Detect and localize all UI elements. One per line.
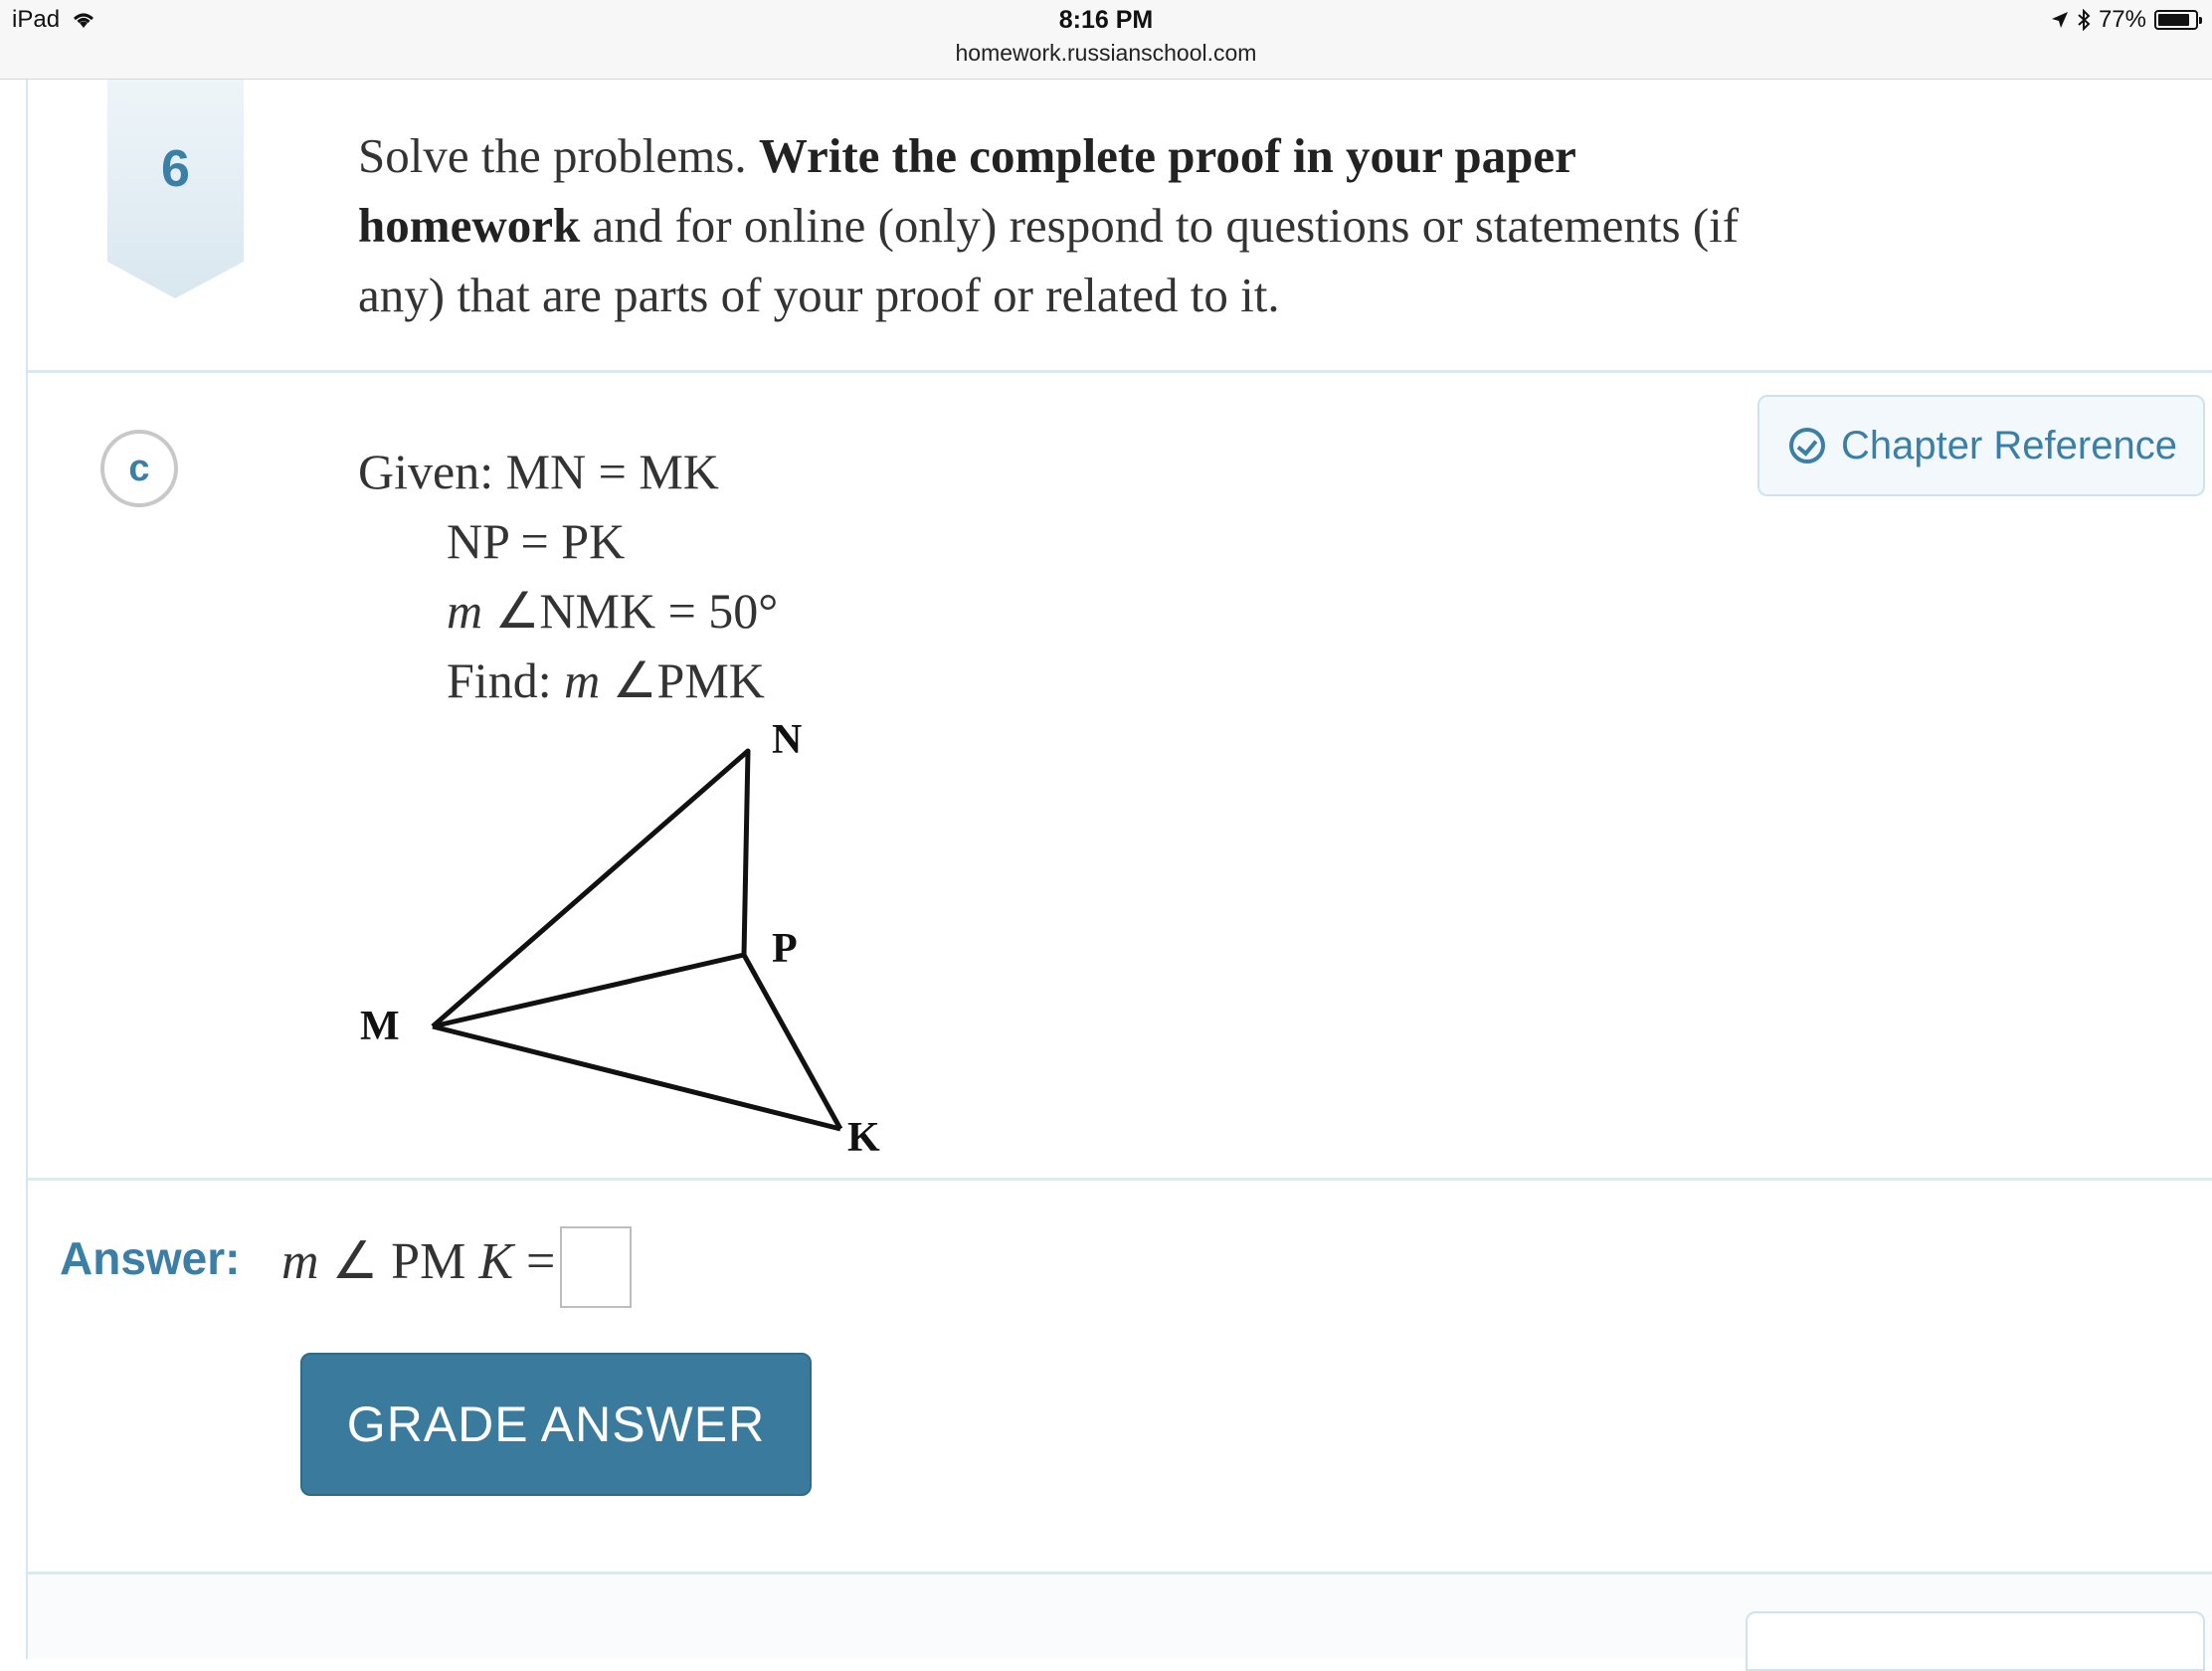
- answer-input[interactable]: [560, 1226, 632, 1308]
- grade-answer-button[interactable]: GRADE ANSWER: [300, 1353, 812, 1496]
- next-section-button[interactable]: [1746, 1611, 2205, 1671]
- problem-number: 6: [161, 140, 190, 198]
- vertex-label-k: K: [847, 1115, 880, 1161]
- segment-mn: [431, 748, 751, 1028]
- instructions-text-1: Solve the problems.: [358, 128, 759, 183]
- given-m: m: [447, 583, 483, 639]
- content-left-border: [26, 80, 28, 1659]
- part-label: c: [100, 430, 178, 507]
- segment-pk: [741, 953, 843, 1131]
- given-line-3: m ∠NMK = 50°: [447, 582, 778, 640]
- answer-angle: ∠ PM: [318, 1233, 479, 1290]
- geometry-figure: N P M K: [360, 717, 880, 1161]
- section-divider: [28, 370, 2212, 373]
- address-bar[interactable]: homework.russianschool.com: [0, 40, 2212, 67]
- given-line-2: NP = PK: [447, 513, 626, 569]
- answer-equals: =: [513, 1233, 556, 1290]
- answer-k: K: [478, 1233, 514, 1290]
- battery-percent: 77%: [2098, 6, 2146, 33]
- find-label: Find:: [447, 652, 565, 708]
- bluetooth-icon: [2078, 9, 2091, 31]
- vertex-label-n: N: [772, 717, 802, 763]
- battery-icon: [2154, 10, 2202, 30]
- location-arrow-icon: [2051, 12, 2068, 28]
- segment-mk: [432, 1023, 841, 1132]
- find-angle: ∠PMK: [600, 652, 765, 708]
- status-bar-right: 77%: [2051, 6, 2202, 34]
- vertex-label-p: P: [772, 926, 798, 972]
- check-circle-icon: [1789, 428, 1825, 464]
- answer-label: Answer:: [60, 1232, 241, 1284]
- status-bar: iPad 8:16 PM homework.russianschool.com …: [0, 0, 2212, 80]
- problem-instructions: Solve the problems. Write the complete p…: [358, 121, 1770, 330]
- answer-divider: [28, 1178, 2212, 1181]
- given-line-1: Given: MN = MK: [358, 444, 719, 499]
- segment-mp: [432, 952, 745, 1029]
- vertex-label-m: M: [360, 1004, 400, 1049]
- chapter-reference-button[interactable]: Chapter Reference: [1757, 395, 2205, 496]
- answer-m: m: [281, 1233, 319, 1290]
- find-m: m: [564, 652, 601, 708]
- answer-expression: m ∠ PM K =: [281, 1231, 555, 1291]
- clock: 8:16 PM: [1058, 6, 1154, 34]
- find-line: Find: m ∠PMK: [447, 651, 765, 709]
- chapter-reference-label: Chapter Reference: [1841, 423, 2177, 467]
- given-angle: ∠NMK = 50°: [482, 583, 779, 639]
